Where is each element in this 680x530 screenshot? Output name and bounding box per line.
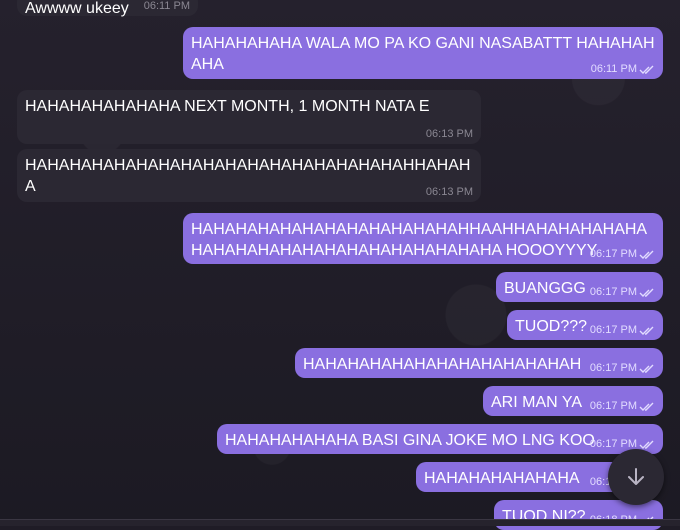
message-time: 06:11 PM: [143, 0, 190, 12]
message-bubble[interactable]: HAHAHAHAHAHAHA NEXT MONTH, 1 MONTH NATA …: [17, 90, 481, 144]
message-text: HAHAHAHAHAHAHA NEXT MONTH, 1 MONTH NATA …: [25, 98, 430, 115]
double-check-icon: [639, 250, 654, 259]
message-text: HAHAHAHAHA WALA MO PA KO GANI NASABATTT …: [191, 35, 655, 73]
message-time: 06:13 PM: [425, 128, 473, 140]
message-time: 06:13 PM: [425, 186, 473, 198]
message-bubble[interactable]: HAHAHAHAHAHAHAHAHAHAHAHAHAHAHAHAHAHHAHAH…: [17, 149, 481, 202]
message-time: 06:17 PM: [589, 324, 637, 336]
double-check-icon: [639, 326, 654, 335]
message-bubble[interactable]: HAHAHAHAHAHA BASI GINA JOKE MO LNG KOO 0…: [217, 424, 663, 454]
double-check-icon: [639, 288, 654, 297]
message-bubble[interactable]: HAHAHAHAHAHAHAHAHAHAHAHAH 06:17 PM: [295, 348, 663, 378]
message-bubble[interactable]: HAHAHAHAHAHAHAHAHAHAHAHAHHAAHHAHAHAHAHAH…: [183, 213, 663, 264]
message-bubble[interactable]: ARI MAN YA 06:17 PM: [483, 386, 663, 416]
double-check-icon: [639, 364, 654, 373]
double-check-icon: [639, 65, 654, 74]
message-time: 06:17 PM: [589, 248, 637, 260]
message-bubble[interactable]: BUANGGG 06:17 PM: [496, 272, 663, 302]
double-check-icon: [639, 440, 654, 449]
double-check-icon: [639, 402, 654, 411]
message-text: HAHAHAHAHAHAHAHAHAHAHAHAHAHAHAHAHAHHAHAH…: [25, 157, 471, 195]
message-time: 06:11 PM: [590, 63, 637, 75]
message-bubble[interactable]: Awwww ukeey 06:11 PM: [17, 0, 198, 17]
arrow-down-icon: [628, 468, 644, 485]
scroll-to-bottom-button[interactable]: [608, 449, 664, 505]
message-bubble[interactable]: HAHAHAHAHA WALA MO PA KO GANI NASABATTT …: [183, 27, 663, 79]
message-time: 06:17 PM: [589, 362, 637, 374]
message-time: 06:17 PM: [589, 286, 637, 298]
message-bubble[interactable]: TUOD??? 06:17 PM: [507, 310, 663, 340]
message-text: HAHAHAHAHAHAHAHAHAHAHAHAHHAAHHAHAHAHAHAH…: [191, 221, 648, 259]
message-time: 06:17 PM: [589, 400, 637, 412]
